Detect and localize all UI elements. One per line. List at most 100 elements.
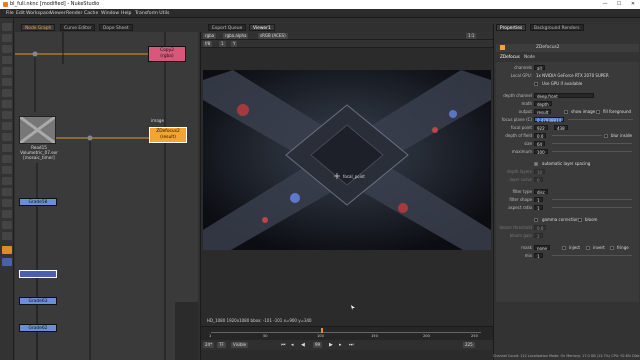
menu-help[interactable]: Help: [121, 10, 131, 17]
gamma-correction-checkbox[interactable]: [534, 217, 538, 222]
node-name-field[interactable]: ZDefocus2: [536, 44, 560, 52]
mix-slider[interactable]: [552, 255, 632, 256]
maximum-slider[interactable]: [552, 151, 632, 152]
filter-shape-field[interactable]: 1: [534, 197, 543, 203]
maximize-button[interactable]: ☐: [612, 0, 626, 9]
focus-plane-slider[interactable]: [568, 119, 633, 120]
blur-inside-checkbox[interactable]: [604, 133, 608, 138]
menu-window[interactable]: Window: [101, 10, 119, 17]
depth-channel-dropdown[interactable]: deep.front: [534, 93, 594, 99]
mix-field[interactable]: 1: [534, 253, 543, 259]
color-tools-icon[interactable]: [2, 67, 12, 75]
aspect-ratio-slider[interactable]: [552, 207, 632, 208]
channels-dropdown[interactable]: rgba: [203, 33, 217, 39]
fps-field[interactable]: 24*: [203, 342, 215, 348]
tab-curve-editor[interactable]: Curve Editor: [60, 24, 96, 31]
menu-viewer[interactable]: Viewer: [50, 10, 66, 17]
depth-layers-field[interactable]: 10: [534, 169, 546, 175]
minimize-button[interactable]: —: [598, 0, 612, 9]
tab-node-graph[interactable]: Node Graph: [21, 24, 56, 31]
show-image-checkbox[interactable]: [564, 109, 568, 114]
node-read[interactable]: [19, 115, 56, 145]
furnace-tools-icon[interactable]: [2, 221, 12, 229]
metadata-tools-icon[interactable]: [2, 144, 12, 152]
plugin-orange-icon[interactable]: [2, 246, 12, 254]
prev-key-icon[interactable]: ◂: [291, 342, 294, 348]
node-selected[interactable]: [19, 270, 57, 278]
depth-of-field-slider[interactable]: [552, 135, 602, 136]
maximum-field[interactable]: 100: [534, 149, 548, 155]
fringe-checkbox[interactable]: [610, 245, 614, 250]
menu-cache[interactable]: Cache: [84, 10, 98, 17]
timeline[interactable]: 1 50 100 150 200 250: [201, 326, 493, 340]
end-frame-field[interactable]: 225: [463, 342, 475, 348]
cara-vr-icon[interactable]: [2, 188, 12, 196]
3d-tools-icon[interactable]: [2, 122, 12, 130]
zoom-dropdown[interactable]: 1:1: [466, 33, 477, 39]
channels-dropdown[interactable]: all: [534, 65, 545, 71]
frame-field[interactable]: 1: [219, 41, 226, 47]
ocio-tools-icon[interactable]: [2, 232, 12, 240]
math-dropdown[interactable]: depth: [534, 101, 552, 107]
timeline-playhead[interactable]: [321, 328, 323, 333]
mask-dropdown[interactable]: none: [534, 245, 550, 251]
bloom-checkbox[interactable]: [578, 217, 582, 222]
close-button[interactable]: ✕: [626, 0, 640, 9]
play-backward-icon[interactable]: ◀: [301, 342, 305, 348]
focal-point-x-field[interactable]: 922: [534, 125, 548, 131]
toolsets-icon[interactable]: [2, 155, 12, 163]
tab-properties[interactable]: Properties: [496, 24, 527, 31]
next-key-icon[interactable]: ▸: [339, 342, 342, 348]
bloom-threshold-field[interactable]: 0.8: [534, 225, 547, 231]
menu-workspace[interactable]: Workspace: [26, 10, 51, 17]
transform-tools-icon[interactable]: [2, 111, 12, 119]
node-copy[interactable]: Copy2 (rgba): [148, 46, 186, 62]
aspect-ratio-field[interactable]: 1: [534, 205, 543, 211]
merge-tools-icon[interactable]: [2, 100, 12, 108]
menu-transform-utils[interactable]: Transform Utils: [135, 10, 169, 17]
tab-node[interactable]: Node: [524, 54, 535, 59]
last-frame-icon[interactable]: ⏭: [349, 342, 354, 348]
node-grade63[interactable]: Grade63: [19, 297, 57, 305]
y-field[interactable]: Y: [231, 41, 238, 47]
filter-shape-slider[interactable]: [552, 199, 632, 200]
air-tools-icon[interactable]: [2, 199, 12, 207]
size-field[interactable]: 64: [534, 141, 546, 147]
timeline-mode-dropdown[interactable]: TF: [217, 342, 226, 348]
size-slider[interactable]: [552, 143, 632, 144]
views-tools-icon[interactable]: [2, 133, 12, 141]
node-grade62[interactable]: Grade62: [19, 324, 57, 332]
viewer-image[interactable]: focal_point: [203, 70, 491, 250]
focal-point-y-field[interactable]: 438: [554, 125, 568, 131]
auto-layer-spacing-checkbox[interactable]: [534, 161, 538, 166]
other-tools-icon[interactable]: [2, 210, 12, 218]
depth-of-field-field[interactable]: 0.0: [534, 133, 547, 139]
tab-dope-sheet[interactable]: Dope Sheet: [99, 24, 133, 31]
image-tools-icon[interactable]: [2, 23, 12, 31]
visible-range-dropdown[interactable]: Visible: [231, 342, 249, 348]
filter-tools-icon[interactable]: [2, 78, 12, 86]
focus-plane-field[interactable]: 0.47938814: [534, 117, 565, 123]
channel-tools-icon[interactable]: [2, 56, 12, 64]
tab-background-renders[interactable]: Background Renders: [530, 24, 584, 31]
tab-zdefocus[interactable]: ZDefocus: [500, 54, 520, 59]
layer-dropdown[interactable]: rgba.alpha: [223, 33, 249, 39]
keyer-tools-icon[interactable]: [2, 89, 12, 97]
node-graph[interactable]: Copy2 (rgba) Read15 Volumetric_07.exr [m…: [15, 32, 198, 360]
node-grade58[interactable]: Grade58: [19, 198, 57, 206]
fill-foreground-checkbox[interactable]: [596, 109, 600, 114]
time-tools-icon[interactable]: [2, 45, 12, 53]
inject-checkbox[interactable]: [562, 245, 566, 250]
draw-tools-icon[interactable]: [2, 34, 12, 42]
fstop-dropdown[interactable]: f/8: [203, 41, 213, 47]
menu-edit[interactable]: Edit: [16, 10, 25, 17]
first-frame-icon[interactable]: ⏮: [281, 342, 286, 348]
current-frame-field[interactable]: 99: [313, 342, 323, 348]
use-gpu-checkbox[interactable]: [534, 81, 538, 86]
output-dropdown[interactable]: result: [534, 109, 552, 115]
menu-file[interactable]: File: [6, 10, 14, 17]
layer-curve-field[interactable]: 0: [534, 177, 543, 183]
invert-checkbox[interactable]: [586, 245, 590, 250]
plugin-blue-icon[interactable]: [2, 258, 12, 266]
tab-export-queue[interactable]: Export Queue: [208, 24, 247, 31]
